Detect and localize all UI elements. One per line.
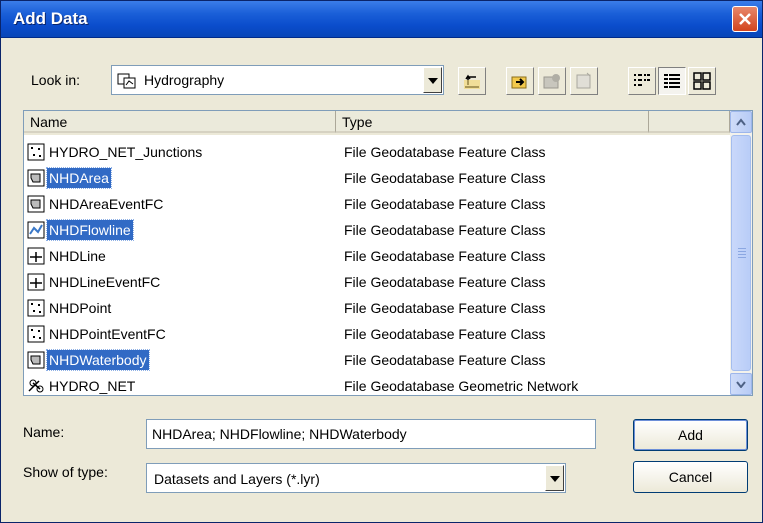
list-item[interactable]: NHDPoint File Geodatabase Feature Class <box>24 295 730 321</box>
list-item-type: File Geodatabase Feature Class <box>344 274 546 290</box>
list-item[interactable]: NHDLine File Geodatabase Feature Class <box>24 243 730 269</box>
close-button[interactable] <box>732 6 758 32</box>
close-icon <box>739 13 751 25</box>
look-in-label: Look in: <box>31 72 81 88</box>
up-level-icon <box>464 74 480 89</box>
chevron-down-icon <box>550 476 560 482</box>
list-item[interactable]: NHDLineEventFC File Geodatabase Feature C… <box>24 269 730 295</box>
chevron-down-icon <box>736 381 746 388</box>
connect-to-folder-button[interactable] <box>506 67 534 95</box>
details-view-button[interactable] <box>658 67 686 95</box>
scroll-thumb[interactable] <box>731 135 751 371</box>
list-item-type: File Geodatabase Feature Class <box>344 248 546 264</box>
thumbnails-view-button[interactable] <box>688 67 716 95</box>
list-item[interactable]: HYDRO_NET_Junctions File Geodatabase Feat… <box>24 139 730 165</box>
point-featureclass-icon <box>27 143 45 161</box>
list-item-type: File Geodatabase Feature Class <box>344 170 546 186</box>
connect-folder-icon <box>511 76 527 89</box>
show-of-type-value: Datasets and Layers (*.lyr) <box>154 471 320 487</box>
list-item-type: File Geodatabase Feature Class <box>344 352 546 368</box>
list-item[interactable]: NHDArea File Geodatabase Feature Class <box>24 165 730 191</box>
scroll-up-button[interactable] <box>730 111 752 133</box>
line-featureclass-icon <box>27 247 45 265</box>
geometric-network-icon <box>28 379 44 393</box>
show-of-type-dropdown-button[interactable] <box>545 465 564 491</box>
new-folder-icon <box>576 72 591 89</box>
list-item-name: HYDRO_NET_Junctions <box>49 144 203 160</box>
list-item-name: NHDAreaEventFC <box>49 196 164 212</box>
disconnect-folder-button[interactable] <box>538 67 566 95</box>
list-item-name: NHDArea <box>46 167 112 189</box>
line-featureclass-icon <box>27 273 45 291</box>
feature-dataset-icon <box>117 73 136 89</box>
title-bar[interactable]: Add Data <box>1 1 762 38</box>
list-header: Name Type <box>24 111 730 135</box>
file-list[interactable]: Name Type HYDRO_NET_Junctions File Geodat… <box>23 110 753 396</box>
list-item-name: NHDPointEventFC <box>49 326 166 342</box>
list-item-type: File Geodatabase Feature Class <box>344 326 546 342</box>
list-item-type: File Geodatabase Feature Class <box>344 222 546 238</box>
list-item-name: NHDFlowline <box>46 219 134 241</box>
point-featureclass-icon <box>27 325 45 343</box>
look-in-value: Hydrography <box>144 72 225 88</box>
thumb-grip <box>738 248 746 249</box>
details-view-icon <box>664 74 680 88</box>
look-in-dropdown-button[interactable] <box>423 67 442 93</box>
name-label: Name: <box>23 424 65 440</box>
new-folder-button[interactable] <box>570 67 598 95</box>
column-header-name[interactable]: Name <box>24 111 336 133</box>
list-view-icon <box>634 74 650 86</box>
polygon-featureclass-icon <box>27 351 45 369</box>
scroll-down-button[interactable] <box>730 373 752 395</box>
chevron-down-icon <box>428 78 438 84</box>
disconnect-folder-icon <box>543 74 560 89</box>
thumb-grip <box>738 254 746 255</box>
list-item[interactable]: NHDPointEventFC File Geodatabase Feature … <box>24 321 730 347</box>
up-one-level-button[interactable] <box>458 67 486 95</box>
list-item-name: NHDPoint <box>49 300 112 316</box>
list-item[interactable]: HYDRO_NET File Geodatabase Geometric Netw… <box>24 373 730 395</box>
polygon-featureclass-icon <box>27 169 45 187</box>
add-data-dialog: Add Data Look in: Hydrography Name Type … <box>0 0 763 523</box>
list-item[interactable]: NHDFlowline File Geodatabase Feature Clas… <box>24 217 730 243</box>
list-item-name: NHDLine <box>49 248 106 264</box>
column-header-extra[interactable] <box>649 111 730 133</box>
list-item-type: File Geodatabase Feature Class <box>344 300 546 316</box>
list-item-name: NHDLineEventFC <box>49 274 161 290</box>
look-in-combo[interactable]: Hydrography <box>111 65 444 95</box>
point-featureclass-icon <box>27 299 45 317</box>
list-item-type: File Geodatabase Geometric Network <box>344 378 579 394</box>
list-item-type: File Geodatabase Feature Class <box>344 196 546 212</box>
network-line-featureclass-icon <box>27 221 45 239</box>
add-button[interactable]: Add <box>633 419 748 451</box>
thumbnails-view-icon <box>693 72 711 90</box>
cancel-button[interactable]: Cancel <box>633 461 748 493</box>
list-item[interactable]: NHDWaterbody File Geodatabase Feature Cla… <box>24 347 730 373</box>
list-item-type: File Geodatabase Feature Class <box>344 144 546 160</box>
list-item-name: NHDWaterbody <box>46 349 150 371</box>
list-item-name: HYDRO_NET <box>49 378 136 394</box>
thumb-grip <box>738 257 746 258</box>
dialog-title: Add Data <box>13 9 88 28</box>
name-input[interactable] <box>146 419 596 449</box>
list-view-button[interactable] <box>628 67 656 95</box>
chevron-up-icon <box>736 118 746 126</box>
list-item[interactable]: NHDAreaEventFC File Geodatabase Feature C… <box>24 191 730 217</box>
thumb-grip <box>738 251 746 252</box>
vertical-scrollbar[interactable] <box>730 111 752 395</box>
polygon-featureclass-icon <box>27 195 45 213</box>
column-header-type[interactable]: Type <box>336 111 649 133</box>
show-of-type-combo[interactable]: Datasets and Layers (*.lyr) <box>146 463 566 493</box>
show-of-type-label: Show of type: <box>23 464 108 480</box>
